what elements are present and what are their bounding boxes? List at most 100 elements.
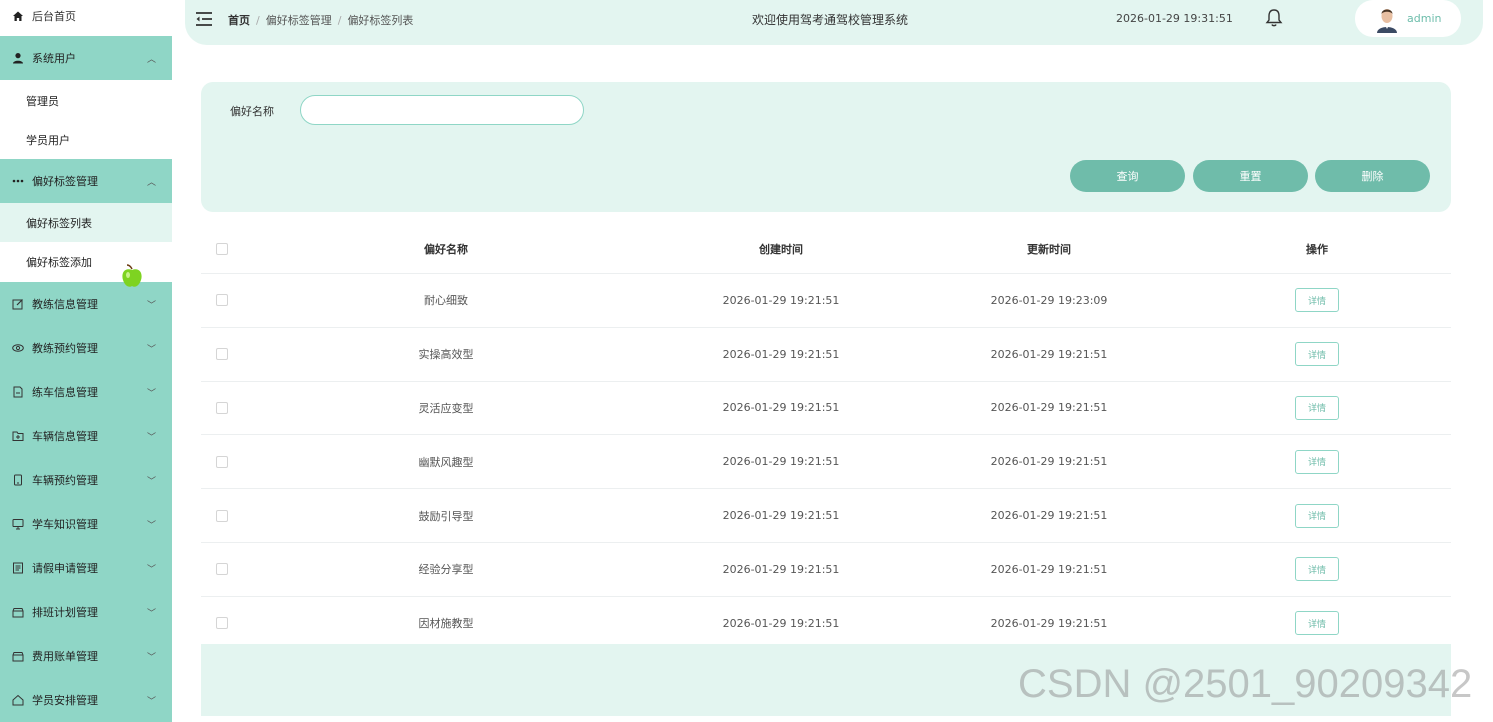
sidebar-group-coach-info[interactable]: 教练信息管理 ﹀ xyxy=(0,282,172,326)
cell-updated: 2026-01-29 19:21:51 xyxy=(990,509,1108,523)
sidebar-group-schedule-plan[interactable]: 排班计划管理 ﹀ xyxy=(0,590,172,634)
notebook-icon xyxy=(12,562,24,574)
box-icon xyxy=(12,606,24,618)
sidebar-item-label: 偏好标签添加 xyxy=(26,255,92,269)
chevron-down-icon: ﹀ xyxy=(146,388,156,399)
table-row: 经验分享型 2026-01-29 19:21:51 2026-01-29 19:… xyxy=(201,543,1451,597)
cell-created: 2026-01-29 19:21:51 xyxy=(722,347,840,361)
apple-cursor-icon xyxy=(122,264,142,287)
cell-name: 灵活应变型 xyxy=(418,401,474,415)
reset-button[interactable]: 重置 xyxy=(1193,160,1308,192)
document-icon xyxy=(12,386,24,398)
detail-button[interactable]: 详情 xyxy=(1295,395,1339,420)
row-checkbox[interactable] xyxy=(216,509,228,522)
table-row: 幽默风趣型 2026-01-29 19:21:51 2026-01-29 19:… xyxy=(201,435,1451,490)
cell-name: 经验分享型 xyxy=(418,563,474,577)
cell-actions: 详情 xyxy=(1267,489,1367,542)
row-checkbox[interactable] xyxy=(216,294,228,307)
phone-icon xyxy=(12,474,24,486)
preference-name-input[interactable] xyxy=(300,95,584,125)
cell-created: 2026-01-29 19:21:51 xyxy=(722,562,840,576)
row-checkbox[interactable] xyxy=(216,563,228,576)
sidebar-group-practice-info[interactable]: 练车信息管理 ﹀ xyxy=(0,370,172,414)
sidebar-group-coach-booking[interactable]: 教练预约管理 ﹀ xyxy=(0,326,172,370)
sidebar-item-label: 管理员 xyxy=(26,94,59,108)
cell-created: 2026-01-29 19:21:51 xyxy=(722,509,840,523)
chevron-down-icon: ﹀ xyxy=(146,300,156,311)
table-row: 实操高效型 2026-01-29 19:21:51 2026-01-29 19:… xyxy=(201,328,1451,382)
sidebar-group-leave-request[interactable]: 请假申请管理 ﹀ xyxy=(0,546,172,590)
row-checkbox-cell[interactable] xyxy=(215,382,229,435)
sidebar-item-admins[interactable]: 管理员 xyxy=(0,81,172,120)
row-checkbox-cell[interactable] xyxy=(215,435,229,488)
sidebar-group-driving-knowledge[interactable]: 学车知识管理 ﹀ xyxy=(0,502,172,546)
cell-created: 2026-01-29 19:21:51 xyxy=(722,616,840,630)
row-checkbox[interactable] xyxy=(216,455,228,468)
column-header-name: 偏好名称 xyxy=(424,242,468,256)
chevron-down-icon: ﹀ xyxy=(146,652,156,663)
column-header-created: 创建时间 xyxy=(759,242,803,256)
cell-name: 幽默风趣型 xyxy=(418,455,474,469)
row-checkbox[interactable] xyxy=(216,401,228,414)
sidebar-group-billing[interactable]: 费用账单管理 ﹀ xyxy=(0,634,172,678)
detail-button[interactable]: 详情 xyxy=(1295,342,1339,367)
query-button[interactable]: 查询 xyxy=(1070,160,1185,192)
row-checkbox-cell[interactable] xyxy=(215,489,229,542)
sidebar-item-label: 偏好标签列表 xyxy=(26,216,92,230)
username: admin xyxy=(1407,12,1442,25)
preference-tag-table: 偏好名称 创建时间 更新时间 操作 耐心细致 2026-01-29 19:21:… xyxy=(201,224,1451,651)
row-checkbox[interactable] xyxy=(216,348,228,361)
row-checkbox-cell[interactable] xyxy=(215,274,229,327)
chevron-down-icon: ﹀ xyxy=(146,564,156,575)
sidebar-group-system-users[interactable]: 系统用户 ︿ xyxy=(0,36,172,80)
folder-add-icon xyxy=(12,430,24,442)
detail-button[interactable]: 详情 xyxy=(1295,449,1339,474)
detail-button[interactable]: 详情 xyxy=(1295,503,1339,528)
breadcrumb-separator: / xyxy=(256,14,260,27)
menu-fold-icon[interactable] xyxy=(195,11,213,27)
cell-created: 2026-01-29 19:21:51 xyxy=(722,455,840,469)
search-panel: 偏好名称 查询 重置 删除 xyxy=(201,82,1451,212)
preference-name-label: 偏好名称 xyxy=(230,105,274,118)
breadcrumb-item[interactable]: 偏好标签管理 xyxy=(266,14,332,27)
chevron-down-icon: ﹀ xyxy=(146,520,156,531)
bell-icon[interactable] xyxy=(1265,8,1283,28)
breadcrumb: 首页 / 偏好标签管理 / 偏好标签列表 xyxy=(228,12,413,28)
table-header-row: 偏好名称 创建时间 更新时间 操作 xyxy=(201,224,1451,274)
sidebar-group-vehicle-info[interactable]: 车辆信息管理 ﹀ xyxy=(0,414,172,458)
house-icon xyxy=(12,694,24,706)
cell-updated: 2026-01-29 19:21:51 xyxy=(990,616,1108,630)
sidebar-item-home[interactable]: 后台首页 xyxy=(0,0,172,32)
breadcrumb-current: 偏好标签列表 xyxy=(347,14,414,27)
detail-button[interactable]: 详情 xyxy=(1295,288,1339,313)
cell-actions: 详情 xyxy=(1267,435,1367,488)
sidebar-item-preference-tag-add[interactable]: 偏好标签添加 xyxy=(0,242,172,281)
cell-updated: 2026-01-29 19:21:51 xyxy=(990,455,1108,469)
breadcrumb-home[interactable]: 首页 xyxy=(228,14,250,27)
row-checkbox-cell[interactable] xyxy=(215,328,229,381)
cell-name: 因材施教型 xyxy=(418,617,474,631)
sidebar-item-preference-tag-list[interactable]: 偏好标签列表 xyxy=(0,203,172,242)
delete-button[interactable]: 删除 xyxy=(1315,160,1430,192)
chevron-up-icon: ︿ xyxy=(146,54,156,65)
table-row: 鼓励引导型 2026-01-29 19:21:51 2026-01-29 19:… xyxy=(201,489,1451,543)
row-checkbox[interactable] xyxy=(216,617,228,630)
sidebar-item-label: 学员用户 xyxy=(26,133,70,147)
more-dots-icon xyxy=(12,175,24,187)
table-row: 耐心细致 2026-01-29 19:21:51 2026-01-29 19:2… xyxy=(201,274,1451,328)
user-menu[interactable]: admin xyxy=(1355,0,1461,37)
sidebar-group-student-arrangement[interactable]: 学员安排管理 ﹀ xyxy=(0,678,172,722)
chevron-down-icon: ﹀ xyxy=(146,432,156,443)
edit-icon xyxy=(12,298,24,310)
sidebar-group-vehicle-booking[interactable]: 车辆预约管理 ﹀ xyxy=(0,458,172,502)
select-all-checkbox-cell[interactable] xyxy=(215,224,229,273)
detail-button[interactable]: 详情 xyxy=(1295,611,1339,636)
sidebar-group-preference-tags[interactable]: 偏好标签管理 ︿ xyxy=(0,159,172,203)
sidebar-item-student-users[interactable]: 学员用户 xyxy=(0,120,172,159)
sidebar: 后台首页 系统用户 ︿ 管理员 学员用户 偏好标签管理 ︿ 偏好标签列表 偏好标… xyxy=(0,0,172,722)
row-checkbox-cell[interactable] xyxy=(215,597,229,650)
breadcrumb-separator: / xyxy=(337,14,342,27)
detail-button[interactable]: 详情 xyxy=(1295,557,1339,582)
row-checkbox-cell[interactable] xyxy=(215,543,229,596)
select-all-checkbox[interactable] xyxy=(216,242,228,255)
